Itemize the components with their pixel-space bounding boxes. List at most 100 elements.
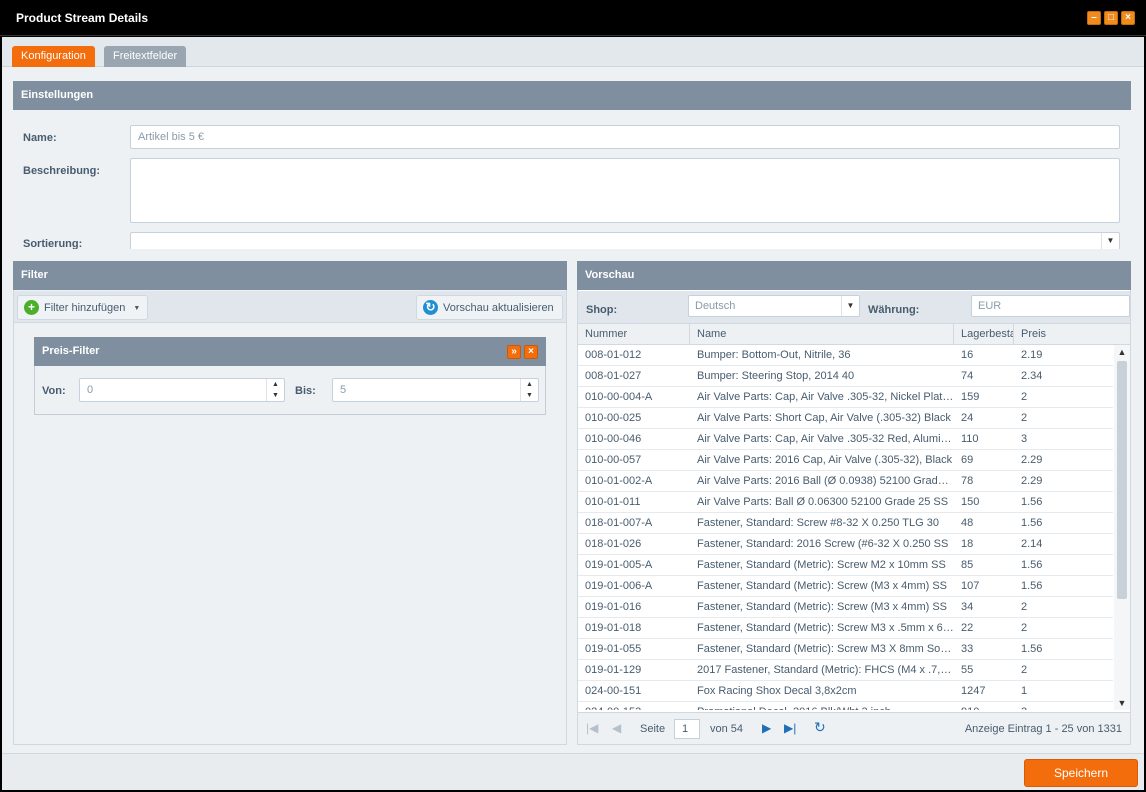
- prev-page-icon[interactable]: ◀: [612, 721, 621, 735]
- dropdown-arrow-icon: ▼: [133, 305, 141, 312]
- cell-name: Fastener, Standard (Metric): Screw (M3 x…: [697, 601, 948, 613]
- table-row[interactable]: 018-01-007-A Fastener, Standard: Screw #8…: [578, 513, 1113, 534]
- price-filter-panel: Preis-Filter » × Von: 0 ▲ ▼ Bis: 5 ▲ ▼: [34, 337, 546, 415]
- scroll-up-icon[interactable]: ▲: [1114, 345, 1130, 359]
- to-field[interactable]: 5 ▲ ▼: [332, 378, 539, 402]
- table-row[interactable]: 019-01-055 Fastener, Standard (Metric): S…: [578, 639, 1113, 660]
- refresh-icon[interactable]: ↻: [814, 719, 826, 736]
- page-label: Seite: [640, 723, 666, 735]
- close-icon[interactable]: ×: [1121, 11, 1135, 25]
- remove-filter-icon[interactable]: ×: [524, 345, 538, 359]
- column-preis[interactable]: Preis: [1014, 324, 1130, 345]
- cell-stock: 48: [961, 517, 974, 529]
- table-row[interactable]: 018-01-026 Fastener, Standard: 2016 Screw…: [578, 534, 1113, 555]
- cell-nummer: 018-01-026: [585, 538, 642, 550]
- column-lagerbestand[interactable]: Lagerbestand: [954, 324, 1014, 345]
- to-spinner[interactable]: ▲ ▼: [520, 379, 538, 401]
- shop-select[interactable]: Deutsch ▼: [688, 295, 860, 317]
- window-titlebar[interactable]: Product Stream Details – □ ×: [0, 0, 1146, 36]
- cell-price: 2: [1021, 601, 1028, 613]
- cell-price: 2.29: [1021, 454, 1043, 466]
- cell-nummer: 019-01-129: [585, 664, 642, 676]
- cell-price: 1.56: [1021, 559, 1043, 571]
- spin-down-icon[interactable]: ▼: [521, 390, 538, 401]
- cell-name: Air Valve Parts: 2016 Cap, Air Valve (.3…: [697, 454, 953, 466]
- save-button[interactable]: Speichern: [1024, 759, 1138, 787]
- from-field[interactable]: 0 ▲ ▼: [79, 378, 285, 402]
- minimize-icon[interactable]: –: [1087, 11, 1101, 25]
- cell-price: 3: [1021, 433, 1028, 445]
- add-filter-button[interactable]: + Filter hinzufügen ▼: [17, 295, 149, 320]
- next-page-icon[interactable]: ▶: [762, 721, 771, 735]
- display-info: Anzeige Eintrag 1 - 25 von 1331: [964, 723, 1122, 735]
- refresh-preview-button[interactable]: ↻ Vorschau aktualisieren: [416, 295, 563, 320]
- cell-nummer: 010-01-002-A: [585, 475, 653, 487]
- cell-price: 2.34: [1021, 370, 1043, 382]
- page-input[interactable]: 1: [674, 719, 700, 739]
- page-count: von 54: [710, 723, 744, 735]
- cell-name: Fastener, Standard (Metric): Screw M2 x …: [697, 559, 946, 571]
- preview-toolbar: Shop: Deutsch ▼ Währung: EUR: [578, 291, 1130, 323]
- chevron-down-icon[interactable]: ▼: [1101, 233, 1119, 249]
- cell-price: 2: [1021, 412, 1028, 424]
- cell-name: Promotional Decal, 2016 Blk/Wht 3 inch: [690, 702, 954, 710]
- maximize-icon[interactable]: □: [1104, 11, 1118, 25]
- spin-up-icon[interactable]: ▲: [521, 379, 538, 390]
- currency-select[interactable]: EUR: [971, 295, 1130, 317]
- spin-up-icon[interactable]: ▲: [267, 379, 284, 390]
- table-row[interactable]: 019-01-016 Fastener, Standard (Metric): S…: [578, 597, 1113, 618]
- cell-name: Fastener, Standard (Metric): Screw M3 x …: [697, 622, 954, 634]
- shop-label: Shop:: [586, 304, 618, 316]
- cell-stock: 74: [961, 370, 974, 382]
- collapse-icon[interactable]: »: [507, 345, 521, 359]
- table-row[interactable]: 019-01-005-A Fastener, Standard (Metric):…: [578, 555, 1113, 576]
- cell-price: 2: [1021, 391, 1028, 403]
- table-row[interactable]: 010-00-004-A Air Valve Parts: Cap, Air Va…: [578, 387, 1113, 408]
- table-row[interactable]: 010-01-002-A Air Valve Parts: 2016 Ball (…: [578, 471, 1113, 492]
- sort-select[interactable]: ▼: [130, 232, 1120, 249]
- preview-section: Vorschau Shop: Deutsch ▼ Währung: EUR Nu…: [577, 261, 1131, 745]
- table-row[interactable]: 008-01-012 Bumper: Bottom-Out, Nitrile, 3…: [578, 345, 1113, 366]
- table-row[interactable]: 010-01-011 Air Valve Parts: Ball Ø 0.0630…: [578, 492, 1113, 513]
- cell-name: Fastener, Standard: 2016 Screw (#6-32 X …: [697, 538, 949, 550]
- cell-price: 1.56: [1021, 496, 1043, 508]
- last-page-icon[interactable]: ▶|: [784, 721, 796, 735]
- scroll-down-icon[interactable]: ▼: [1114, 696, 1130, 710]
- tab-freitextfelder[interactable]: Freitextfelder: [104, 46, 187, 67]
- first-page-icon[interactable]: |◀: [586, 721, 598, 735]
- window-buttons: – □ ×: [1087, 11, 1135, 25]
- scroll-thumb[interactable]: [1117, 361, 1127, 599]
- preview-header: Vorschau: [577, 261, 1131, 290]
- spin-down-icon[interactable]: ▼: [267, 390, 284, 401]
- column-name[interactable]: Name: [690, 324, 954, 345]
- name-field[interactable]: Artikel bis 5 €: [130, 125, 1120, 149]
- filter-section: Filter + Filter hinzufügen ▼ ↻ Vorschau …: [13, 261, 567, 745]
- cell-nummer: 024-00-151: [585, 685, 642, 697]
- cell-name: Air Valve Parts: Cap, Air Valve .305-32,…: [697, 391, 954, 403]
- table-row[interactable]: 010-00-046 Air Valve Parts: Cap, Air Valv…: [578, 429, 1113, 450]
- table-row[interactable]: 010-00-057 Air Valve Parts: 2016 Cap, Air…: [578, 450, 1113, 471]
- from-spinner[interactable]: ▲ ▼: [266, 379, 284, 401]
- chevron-down-icon[interactable]: ▼: [841, 296, 859, 316]
- grid-scrollbar[interactable]: ▲ ▼: [1114, 345, 1130, 710]
- table-row[interactable]: 010-00-025 Air Valve Parts: Short Cap, Ai…: [578, 408, 1113, 429]
- column-nummer[interactable]: Nummer: [578, 324, 690, 345]
- table-row[interactable]: 024-00-153Promotional Decal, 2016 Blk/Wh…: [578, 702, 1113, 710]
- description-label: Beschreibung:: [23, 165, 101, 177]
- tab-konfiguration[interactable]: Konfiguration: [12, 46, 95, 67]
- cell-nummer: 019-01-055: [585, 643, 642, 655]
- cell-price: 3: [1014, 702, 1113, 710]
- window-footer: Speichern: [2, 753, 1144, 790]
- table-row[interactable]: 019-01-018 Fastener, Standard (Metric): S…: [578, 618, 1113, 639]
- table-row[interactable]: 019-01-129 2017 Fastener, Standard (Metri…: [578, 660, 1113, 681]
- pagination-bar: |◀ ◀ Seite 1 von 54 ▶ ▶| ↻ Anzeige Eintr…: [578, 712, 1130, 744]
- cell-nummer: 019-01-018: [585, 622, 642, 634]
- cell-stock: 150: [961, 496, 980, 508]
- table-row[interactable]: 019-01-006-A Fastener, Standard (Metric):…: [578, 576, 1113, 597]
- table-row[interactable]: 008-01-027 Bumper: Steering Stop, 2014 40…: [578, 366, 1113, 387]
- window-title: Product Stream Details: [16, 11, 149, 25]
- currency-label: Währung:: [868, 304, 920, 316]
- table-row[interactable]: 024-00-151 Fox Racing Shox Decal 3,8x2cm 1…: [578, 681, 1113, 702]
- description-field[interactable]: [130, 158, 1120, 223]
- cell-nummer: 019-01-016: [585, 601, 642, 613]
